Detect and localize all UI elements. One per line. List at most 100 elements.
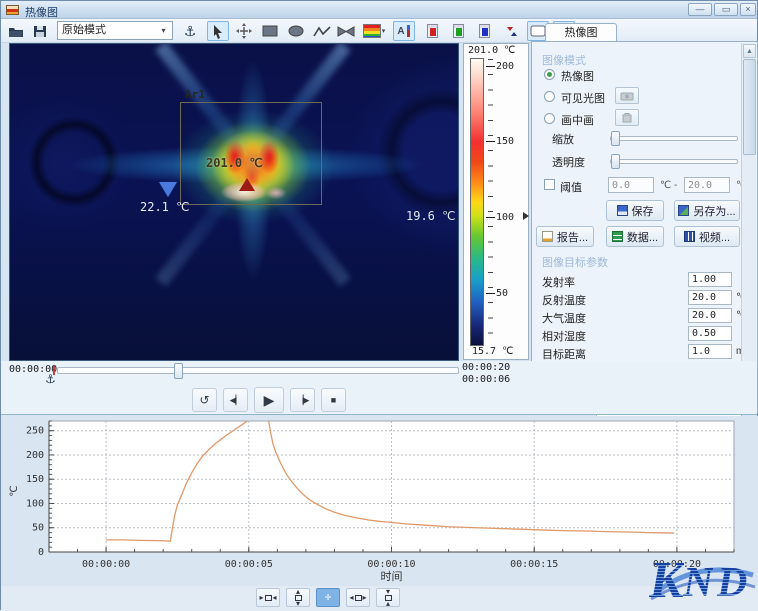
svg-text:时间: 时间 [381,570,403,583]
radio-thermal-label[interactable]: 热像图 [561,68,594,84]
cold-spot-marker-icon[interactable] [159,182,177,197]
play-button[interactable]: ▶ [254,387,284,413]
spot-tool-icon[interactable] [233,21,255,41]
save-as-button[interactable]: 另存为... [674,200,740,221]
isotherm-blue-icon[interactable] [473,21,495,41]
isotherm-red-icon[interactable] [421,21,443,41]
svg-text:℃: ℃ [9,485,20,496]
param-label: 发射率 [542,274,575,290]
radio-picture-in-picture-label[interactable]: 画中画 [561,112,594,128]
tab-thermal-image[interactable]: 热像图 [545,23,617,42]
ellipse-tool-icon[interactable] [285,21,307,41]
colorbar-tick-label: 150 [496,136,526,147]
fit-width-button[interactable]: ▸◂ [256,588,280,607]
svg-text:150: 150 [26,474,44,485]
text-annotation-icon[interactable]: A [393,21,415,41]
zoom-slider[interactable] [610,136,738,141]
app-icon [6,5,19,15]
colorbar-tick [486,217,495,218]
report-button[interactable]: 报告... [536,226,594,247]
svg-text:00:00:05: 00:00:05 [225,559,273,570]
fit-all-button[interactable]: ✛ [316,588,340,607]
zoom-vertical-button[interactable]: ▾▴ [376,588,400,607]
timeline-track[interactable] [57,367,459,374]
param-input-emissivity[interactable] [688,272,732,287]
chart-canvas[interactable]: 05010015020025000:00:0000:00:0500:00:100… [1,416,758,586]
anchor-icon[interactable]: ⚓ [45,372,56,386]
svg-text:00:00:15: 00:00:15 [510,559,558,570]
polygon-tool-icon[interactable] [335,21,357,41]
hot-spot-marker-icon[interactable] [239,178,255,191]
colorbar-level-marker[interactable] [523,212,529,220]
data-export-button[interactable]: 数据... [606,226,664,247]
pip-camera-button[interactable] [615,109,639,126]
target-params-header: 图像目标参数 [542,254,608,270]
param-label: 相对湿度 [542,328,586,344]
close-button[interactable]: × [740,3,756,16]
video-export-button[interactable]: 视频... [674,226,740,247]
param-input-humidity[interactable] [688,326,732,341]
zoom-horizontal-button[interactable]: ◂▸ [346,588,370,607]
colorbar-gradient[interactable] [470,58,484,346]
param-label: 反射温度 [542,292,586,308]
cursor-tool-icon[interactable] [207,21,229,41]
temperature-chart: 05010015020025000:00:0000:00:0500:00:100… [1,416,758,586]
save-button[interactable]: 保存 [606,200,664,221]
colorbar-tick [486,66,495,67]
zoom-slider-handle[interactable] [611,131,620,146]
radio-thermal[interactable] [544,69,555,80]
save-file-icon[interactable] [29,21,51,41]
panel-scrollbar[interactable]: ▲ ▼ [741,43,756,411]
zoom-slider-label: 缩放 [552,131,574,147]
spreadsheet-icon [612,231,623,242]
title-bar: 热像图 — ▭ × [1,1,757,19]
threshold-min-input[interactable] [608,177,654,193]
stop-button[interactable]: ■ [321,388,346,412]
palette-icon[interactable]: ▾ [361,21,387,41]
colorbar-tick-label: 100 [496,212,526,223]
step-back-button[interactable]: ◀▏ [223,388,248,412]
minmax-marker-icon[interactable] [501,21,523,41]
floppy-icon [617,205,628,216]
mode-select[interactable]: 原始模式 ▾ [57,21,173,40]
svg-text:50: 50 [32,523,44,534]
visible-light-camera-button[interactable] [615,87,639,104]
opacity-slider-handle[interactable] [611,154,620,169]
svg-text:00:00:20: 00:00:20 [653,559,701,570]
param-label: 大气温度 [542,310,586,326]
fit-height-button[interactable]: ▴▾ [286,588,310,607]
scrollbar-thumb[interactable] [743,59,756,155]
rectangle-tool-icon[interactable] [259,21,281,41]
opacity-slider[interactable] [610,159,738,164]
colorbar-tick [486,141,495,142]
thermal-image[interactable]: Ar1 201.0 ℃ 22.1 ℃ 19.6 ℃ [9,43,459,361]
radio-visible-light-label[interactable]: 可见光图 [561,90,605,106]
minimize-button[interactable]: — [688,3,712,16]
cold-spot-temp: 22.1 ℃ [140,200,190,214]
loop-button[interactable]: ↺ [192,388,217,412]
radio-picture-in-picture[interactable] [544,113,555,124]
isotherm-green-icon[interactable] [447,21,469,41]
scroll-up-icon[interactable]: ▲ [743,44,756,58]
anchor-icon[interactable]: ⚓ [179,21,201,41]
param-input-reflected-temp[interactable] [688,290,732,305]
polyline-tool-icon[interactable] [311,21,333,41]
threshold-label: 阈值 [560,179,582,195]
maximize-button[interactable]: ▭ [714,3,738,16]
param-input-distance[interactable] [688,344,732,359]
hot-spot-temp: 201.0 ℃ [206,156,263,170]
timeline-handle[interactable] [174,363,183,379]
threshold-max-input[interactable] [684,177,730,193]
param-input-atmo-temp[interactable] [688,308,732,323]
ambient-temp: 19.6 ℃ [406,209,456,223]
step-forward-button[interactable]: ▕▶ [290,388,315,412]
colorbar-minor-ticks [488,59,493,346]
threshold-checkbox[interactable] [544,179,555,190]
report-icon [542,231,553,242]
app-window: 热像图 — ▭ × 原始模式 ▾ ⚓ ▾ A [0,0,758,610]
open-file-icon[interactable] [5,21,27,41]
svg-text:00:00:00: 00:00:00 [82,559,130,570]
letter-a: A [397,26,404,37]
svg-text:200: 200 [26,450,44,461]
radio-visible-light[interactable] [544,91,555,102]
